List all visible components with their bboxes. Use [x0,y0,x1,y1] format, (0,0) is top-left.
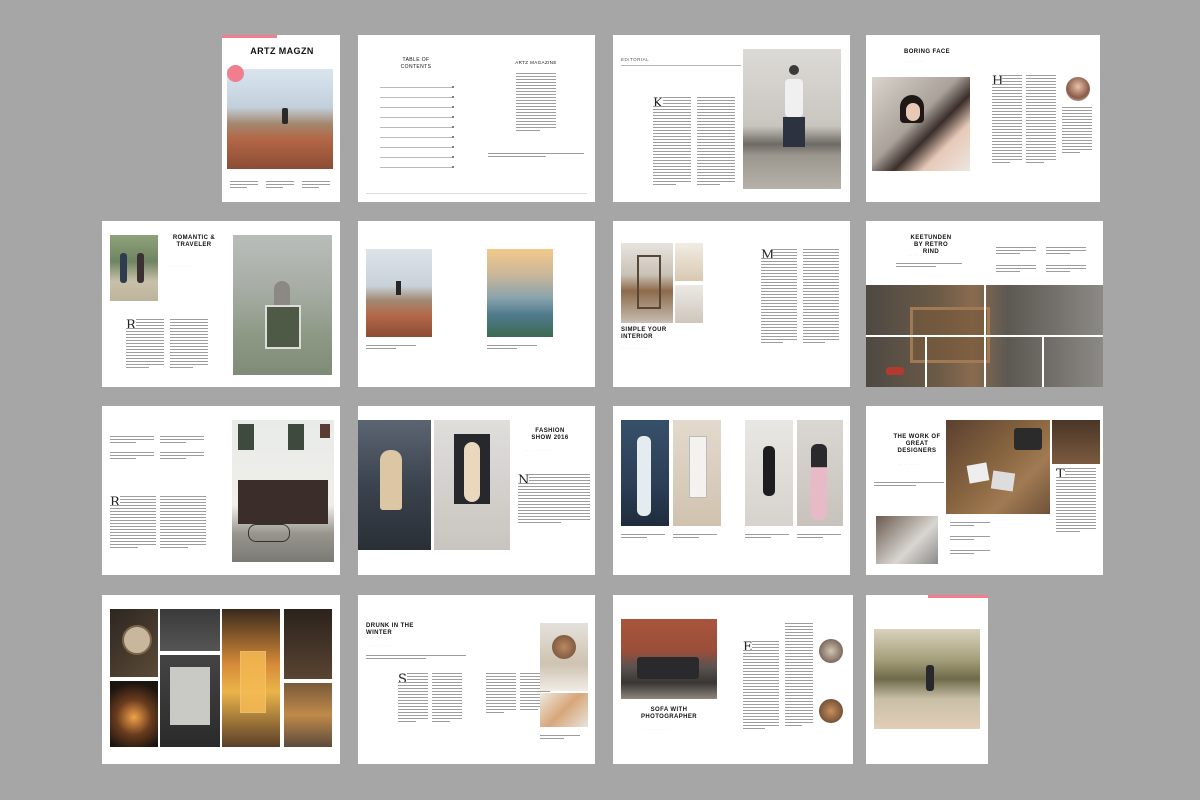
sofa-spread: SOFA WITH PHOTOGRAPHER ··· ··· ··· ··· ·… [613,595,853,764]
glasses-photo [160,609,220,651]
coffee-photo [1052,420,1100,464]
boring-face-title: BORING FACE [904,49,951,55]
fashion-show-spread: FASHION SHOW 2016 ··· ··· ··· ··· ··· N [358,406,595,575]
boring-face-spread: BORING FACE ··· ··· ··· ··· H [866,35,1100,202]
spread-gallery: { "cover": {"title": "ARTZ MAGZN"}, "toc… [0,0,1200,800]
woman-portrait [872,77,970,171]
fashion-title: FASHION SHOW 2016 [531,428,569,441]
bulb-photo [110,681,158,747]
editorial-spread: EDITORIAL K [613,35,850,202]
sofa-title: SOFA WITH PHOTOGRAPHER [641,707,698,720]
interior-title: SIMPLE YOUR INTERIOR [621,327,667,340]
interior-photo-3 [675,285,703,323]
romantic-title: ROMANTIC & TRAVELER [172,235,216,248]
building-spread: R [102,406,340,575]
cover-photo [227,69,333,169]
issue-badge [227,65,244,82]
keetunden-spread: KEETUNDEN BY RETRO RIND ··· ··· ··· ··· [866,221,1103,387]
designers-title: THE WORK OF GREAT DESIGNERS [893,434,941,454]
round-photo-1 [819,639,843,663]
editorial-label: EDITORIAL [621,57,650,62]
hiker-figure [282,108,288,124]
couple-photo [110,235,158,301]
toc-title: TABLE OF CONTENTS [400,57,432,70]
cover-text-1 [230,181,258,190]
cover-text-2 [266,181,294,190]
interior-spread: SIMPLE YOUR INTERIOR ··· ··· ··· ··· ···… [613,221,850,387]
interior-photo-2 [675,243,703,281]
fashion-photos-spread [613,406,850,575]
autumn-photo [284,683,332,747]
romantic-traveler-spread: ROMANTIC & TRAVELER ··· ··· ··· ··· ··· … [102,221,340,387]
laptop-photo [876,516,938,564]
toc-spread: TABLE OF CONTENTS ARTZ MAGAZINE [358,35,595,202]
accent-bar-back [928,595,988,598]
drunk-winter-spread: DRUNK IN THE WINTER ··· ··· ··· ··· ··· … [358,595,595,764]
round-photo-2 [819,699,843,723]
back-page [866,595,988,764]
accent-bar [222,35,277,38]
toc-magazine-name: ARTZ MAGAZINE [515,60,557,65]
bar-photo [284,609,332,679]
designers-spread: THE WORK OF GREAT DESIGNERS ··· ··· ··· … [866,406,1103,575]
landscape-spread [358,221,595,387]
breakfast-photo [540,693,588,727]
coast-photo [487,249,553,337]
cover-text-3 [302,181,330,190]
cover-page: ARTZ MAGZN [222,35,340,202]
cover-title: ARTZ MAGZN [250,46,314,56]
photo-grid-spread [102,595,340,764]
drunk-title: DRUNK IN THE WINTER [366,623,414,636]
